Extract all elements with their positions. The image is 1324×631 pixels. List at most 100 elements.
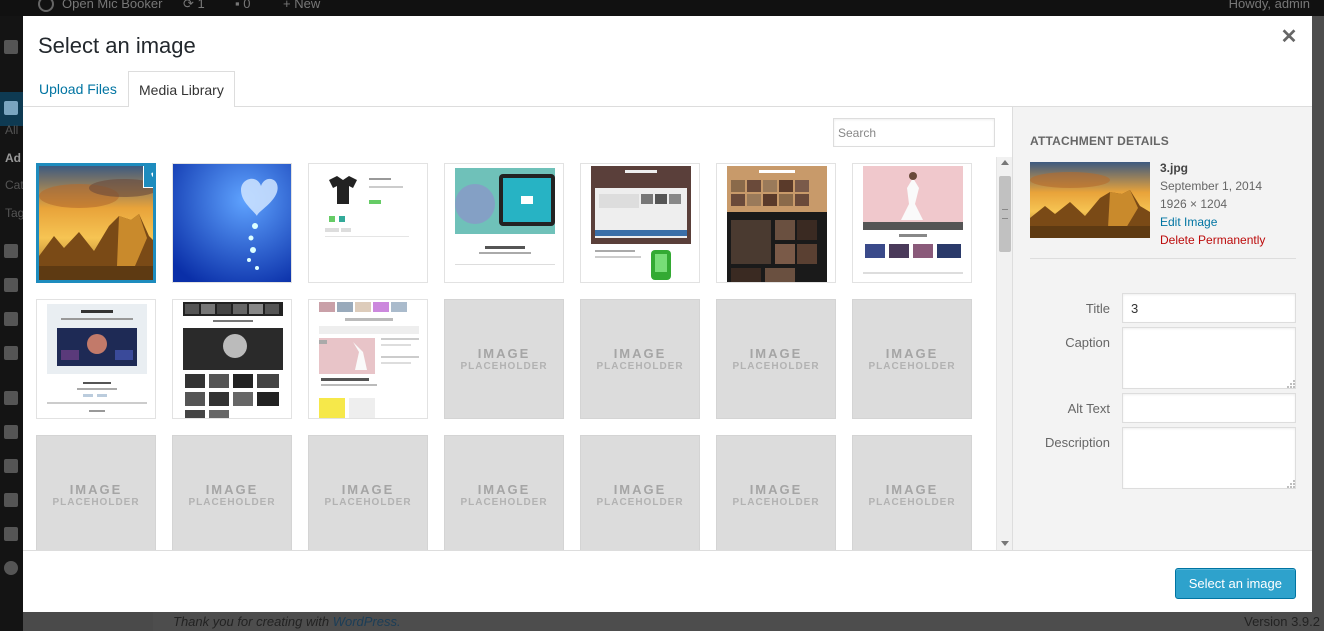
resize-grip-icon[interactable] — [1286, 479, 1296, 489]
grid-scrollbar[interactable] — [996, 157, 1012, 550]
admin-bar-comments[interactable]: ▪ 0 — [235, 0, 250, 11]
users-icon[interactable] — [4, 459, 18, 473]
attachment-details-sidebar: ATTACHMENT DETAILS 3.jpg September 1, 20… — [1012, 107, 1312, 550]
scroll-down-arrow-icon[interactable] — [1001, 541, 1009, 546]
placeholder-sublabel: PLACEHOLDER — [52, 497, 140, 508]
placeholder-label: IMAGE — [885, 482, 939, 497]
placeholder-label: IMAGE — [749, 346, 803, 361]
tools-icon[interactable] — [4, 493, 18, 507]
admin-menu-fragment: Cat — [5, 178, 24, 192]
selected-check-icon[interactable]: ✓ — [143, 166, 153, 188]
attachment-thumbnail[interactable]: ✓ — [36, 163, 156, 283]
admin-bar: Open Mic Booker ⟳ 1 ▪ 0 + New Howdy, adm… — [0, 0, 1324, 16]
pin-icon[interactable] — [4, 101, 18, 115]
modal-title: Select an image — [38, 33, 196, 58]
attachment-thumbnail[interactable] — [172, 163, 292, 283]
welcome-concert-screenshot — [37, 300, 155, 418]
admin-menu-fragment: Ad — [5, 151, 21, 165]
placeholder-sublabel: PLACEHOLDER — [324, 497, 412, 508]
placeholder-label: IMAGE — [477, 346, 531, 361]
placeholder-label: IMAGE — [885, 346, 939, 361]
pages-icon[interactable] — [4, 312, 18, 326]
attachment-thumbnail[interactable] — [36, 299, 156, 419]
placeholder-sublabel: PLACEHOLDER — [460, 361, 548, 372]
attachment-thumbnail[interactable] — [308, 163, 428, 283]
placeholder-sublabel: PLACEHOLDER — [868, 361, 956, 372]
search-input[interactable] — [833, 118, 995, 147]
delete-permanently-link[interactable]: Delete Permanently — [1160, 231, 1265, 249]
admin-bar-new[interactable]: + New — [283, 0, 320, 11]
image-placeholder[interactable]: IMAGE PLACEHOLDER — [580, 435, 700, 550]
placeholder-sublabel: PLACEHOLDER — [732, 361, 820, 372]
alt-text-field[interactable] — [1122, 393, 1296, 423]
image-placeholder[interactable]: IMAGE PLACEHOLDER — [716, 299, 836, 419]
admin-footer: Thank you for creating with WordPress. V… — [153, 612, 1324, 631]
comments-icon[interactable] — [4, 346, 18, 360]
footer-version: Version 3.9.2 — [1244, 614, 1320, 629]
image-placeholder[interactable]: IMAGE PLACEHOLDER — [580, 299, 700, 419]
placeholder-label: IMAGE — [205, 482, 259, 497]
title-label: Title — [1085, 301, 1110, 316]
settings-icon[interactable] — [4, 527, 18, 541]
admin-bar-site-name[interactable]: Open Mic Booker — [62, 0, 162, 11]
media-icon[interactable] — [4, 244, 18, 258]
title-field[interactable] — [1122, 293, 1296, 323]
placeholder-label: IMAGE — [613, 482, 667, 497]
admin-bar-updates[interactable]: ⟳ 1 — [183, 0, 205, 12]
welcome-theme-screenshot — [581, 164, 699, 282]
attachment-thumbnail[interactable] — [716, 163, 836, 283]
winter-bride-screenshot — [853, 164, 971, 282]
scrollbar-thumb[interactable] — [999, 176, 1011, 252]
attachment-thumbnail[interactable] — [444, 163, 564, 283]
image-placeholder[interactable]: IMAGE PLACEHOLDER — [852, 299, 972, 419]
attachment-thumbnail[interactable] — [852, 163, 972, 283]
admin-sidebar: All Ad Cat Tag — [0, 16, 24, 631]
image-placeholder[interactable]: IMAGE PLACEHOLDER — [852, 435, 972, 550]
media-modal: Select an image ✕ Upload Files Media Lib… — [23, 16, 1312, 612]
image-placeholder[interactable]: IMAGE PLACEHOLDER — [444, 299, 564, 419]
placeholder-sublabel: PLACEHOLDER — [732, 497, 820, 508]
appearance-icon[interactable] — [4, 391, 18, 405]
wordpress-logo-icon[interactable] — [38, 0, 54, 12]
placeholder-sublabel: PLACEHOLDER — [188, 497, 276, 508]
placeholder-sublabel: PLACEHOLDER — [868, 497, 956, 508]
admin-page-edge — [1312, 16, 1324, 631]
collapse-menu-icon[interactable] — [4, 561, 18, 575]
attachment-thumbnail[interactable] — [172, 299, 292, 419]
sunset-rocks-photo — [39, 166, 153, 280]
new-label: New — [294, 0, 321, 11]
tablet-theme-screenshot — [445, 164, 563, 282]
tab-media-library[interactable]: Media Library — [128, 71, 235, 108]
caption-field[interactable] — [1122, 327, 1296, 389]
alt-text-label: Alt Text — [1067, 401, 1110, 416]
wedding-dress-screenshot — [309, 300, 427, 418]
tab-upload-files[interactable]: Upload Files — [29, 71, 127, 107]
admin-bar-greeting[interactable]: Howdy, admin — [1229, 0, 1310, 11]
placeholder-sublabel: PLACEHOLDER — [596, 497, 684, 508]
placeholder-label: IMAGE — [613, 346, 667, 361]
scroll-up-arrow-icon[interactable] — [1001, 160, 1009, 165]
close-icon[interactable]: ✕ — [1280, 27, 1298, 47]
image-placeholder[interactable]: IMAGE PLACEHOLDER — [444, 435, 564, 550]
plugins-icon[interactable] — [4, 425, 18, 439]
attachments-browser: ✓ — [23, 107, 1012, 550]
image-placeholder[interactable]: IMAGE PLACEHOLDER — [36, 435, 156, 550]
resize-grip-icon[interactable] — [1286, 379, 1296, 389]
attachment-thumbnail[interactable] — [580, 163, 700, 283]
sunset-rocks-preview — [1030, 162, 1150, 238]
image-placeholder[interactable]: IMAGE PLACEHOLDER — [716, 435, 836, 550]
description-label: Description — [1044, 435, 1110, 450]
wordpress-link[interactable]: WordPress. — [333, 614, 401, 629]
description-field[interactable] — [1122, 427, 1296, 489]
tshirt-shop-screenshot — [309, 164, 427, 282]
footer-thanks: Thank you for creating with WordPress. — [173, 614, 401, 629]
select-image-button[interactable]: Select an image — [1174, 568, 1296, 599]
image-placeholder[interactable]: IMAGE PLACEHOLDER — [308, 435, 428, 550]
edit-image-link[interactable]: Edit Image — [1160, 213, 1265, 231]
dashboard-icon[interactable] — [4, 40, 18, 54]
image-placeholder[interactable]: IMAGE PLACEHOLDER — [172, 435, 292, 550]
photo-page-screenshot — [717, 164, 835, 282]
attachment-thumbnail[interactable] — [308, 299, 428, 419]
updates-count: 1 — [197, 0, 205, 11]
pin-icon[interactable] — [4, 278, 18, 292]
